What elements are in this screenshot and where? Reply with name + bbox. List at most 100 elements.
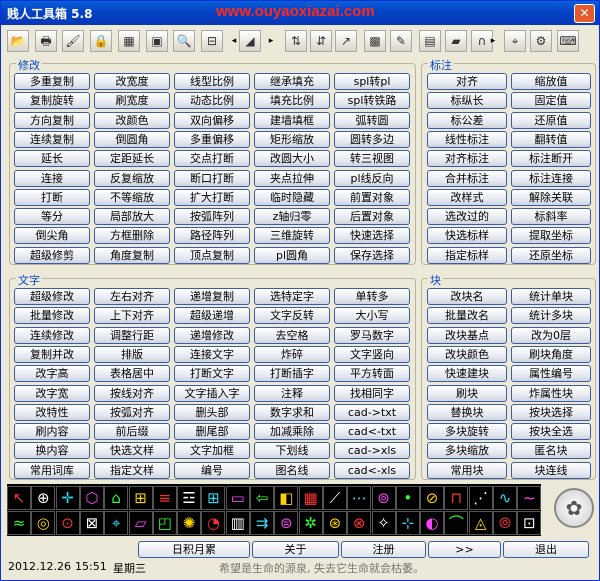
text-button[interactable]: cad->txt <box>334 403 410 421</box>
modify-button[interactable]: 改颜色 <box>94 111 170 129</box>
block-button[interactable]: 刷块 <box>427 384 507 402</box>
modify-button[interactable]: 矩形缩放 <box>254 130 330 148</box>
modify-button[interactable]: 不等缩放 <box>94 188 170 206</box>
annotate-button[interactable]: 提取坐标 <box>511 227 591 245</box>
modify-button[interactable]: 转三视图 <box>334 150 410 168</box>
block-button[interactable]: 多块缩放 <box>427 442 507 460</box>
text-button[interactable]: 炸碎 <box>254 345 330 363</box>
cad-tool-icon[interactable]: ⋯ <box>347 486 372 510</box>
exit-button[interactable]: 退出 <box>503 541 589 558</box>
crosshair-icon[interactable]: ⌖ <box>504 30 526 52</box>
text-button[interactable]: 批量修改 <box>14 307 90 325</box>
modify-button[interactable]: 反复缩放 <box>94 169 170 187</box>
cad-tool-icon[interactable]: ⦾ <box>493 511 517 535</box>
cad-tool-icon[interactable]: ✧ <box>371 511 396 535</box>
split-icon[interactable]: ⇵ <box>310 30 332 52</box>
modify-button[interactable]: 线型比例 <box>174 73 250 90</box>
modify-button[interactable]: 连接 <box>14 169 90 187</box>
cad-tool-icon[interactable]: ⊕ <box>31 486 56 510</box>
block-button[interactable]: 按块选择 <box>511 403 591 421</box>
annotate-button[interactable]: 线性标注 <box>427 130 507 148</box>
cad-tool-icon[interactable]: ◧ <box>274 486 299 510</box>
modify-button[interactable]: 保存选择 <box>334 246 410 264</box>
keyboard-icon[interactable]: ⌨ <box>557 30 579 52</box>
gear-icon[interactable]: ⚙ <box>530 30 552 52</box>
cad-tool-icon[interactable]: ⊙ <box>55 511 80 535</box>
cad-tool-icon[interactable]: ▱ <box>128 511 153 535</box>
calculator-icon[interactable]: ▦ <box>118 30 140 52</box>
block-button[interactable]: 统计单块 <box>511 288 591 305</box>
modify-button[interactable]: 方向复制 <box>14 111 90 129</box>
modify-button[interactable]: 扩大打断 <box>174 188 250 206</box>
lock-icon[interactable]: 🔒 <box>90 30 112 52</box>
text-button[interactable]: 指定文样 <box>94 461 170 479</box>
cad-tool-icon[interactable]: ∿ <box>493 486 517 510</box>
cad-tool-icon[interactable]: ⇦ <box>250 486 274 510</box>
block-button[interactable]: 改块基点 <box>427 326 507 344</box>
cad-tool-icon[interactable]: ☲ <box>177 486 202 510</box>
text-button[interactable]: 改特性 <box>14 403 90 421</box>
arrow-icon[interactable]: ↗ <box>335 30 357 52</box>
modify-button[interactable]: 倒尖角 <box>14 227 90 245</box>
cad-tool-icon[interactable]: ⊹ <box>395 511 420 535</box>
cad-tool-icon[interactable]: ∼ <box>517 486 542 510</box>
annotate-button[interactable]: 标纵长 <box>427 92 507 110</box>
close-button[interactable]: ✕ <box>574 4 595 23</box>
cad-tool-icon[interactable]: ▦ <box>298 486 323 510</box>
text-button[interactable]: 去空格 <box>254 326 330 344</box>
text-button[interactable]: 打断文字 <box>174 365 250 383</box>
printer-icon[interactable]: 🖶 <box>35 30 57 52</box>
flag-icon[interactable]: ◢ <box>239 30 261 52</box>
annotate-button[interactable]: 标注断开 <box>511 150 591 168</box>
modify-button[interactable]: 三维旋转 <box>254 227 330 245</box>
layers-icon[interactable]: ⇅ <box>285 30 307 52</box>
cad-tool-icon[interactable]: ▥ <box>225 511 250 535</box>
text-button[interactable]: 文字竖向 <box>334 345 410 363</box>
next-button[interactable]: >> <box>428 541 501 558</box>
modify-button[interactable]: pl线反向 <box>334 169 410 187</box>
text-button[interactable]: 左右对齐 <box>94 288 170 305</box>
text-button[interactable]: 文字反转 <box>254 307 330 325</box>
modify-button[interactable]: 临时隐藏 <box>254 188 330 206</box>
annotate-button[interactable]: 指定标样 <box>427 246 507 264</box>
text-button[interactable]: 超级递增 <box>174 307 250 325</box>
text-button[interactable]: 按弧对齐 <box>94 403 170 421</box>
modify-button[interactable]: 刷宽度 <box>94 92 170 110</box>
modify-button[interactable]: 断口打断 <box>174 169 250 187</box>
text-button[interactable]: 删尾部 <box>174 423 250 441</box>
text-button[interactable]: cad<-txt <box>334 423 410 441</box>
modify-button[interactable]: z轴归零 <box>254 208 330 226</box>
block-button[interactable]: 属性编号 <box>511 365 591 383</box>
annotate-button[interactable]: 缩放值 <box>511 73 591 90</box>
cad-tool-icon[interactable]: ✲ <box>298 511 323 535</box>
title-bar[interactable]: 贱人工具箱 5.8 www.ouyaoxiazai.com ✕ <box>1 1 599 25</box>
modify-button[interactable]: 超级修剪 <box>14 246 90 264</box>
modify-button[interactable]: 改宽度 <box>94 73 170 90</box>
cad-tool-icon[interactable]: ⊡ <box>517 511 542 535</box>
modify-button[interactable]: 后置对象 <box>334 208 410 226</box>
modify-button[interactable]: 改圆大小 <box>254 150 330 168</box>
modify-button[interactable]: 定距延长 <box>94 150 170 168</box>
text-button[interactable]: cad->xls <box>334 442 410 460</box>
window-icon[interactable]: ▣ <box>146 30 168 52</box>
modify-button[interactable]: spl转铁路 <box>334 92 410 110</box>
modify-button[interactable]: 打断 <box>14 188 90 206</box>
cad-tool-icon[interactable]: ⊜ <box>274 511 299 535</box>
edit-icon[interactable]: ✎ <box>390 30 412 52</box>
block-button[interactable]: 匿名块 <box>511 442 591 460</box>
annotate-button[interactable]: 改样式 <box>427 188 507 206</box>
palette-icon[interactable]: ▩ <box>364 30 386 52</box>
text-button[interactable]: 选特定字 <box>254 288 330 305</box>
cad-tool-icon[interactable]: ⬡ <box>79 486 104 510</box>
modify-button[interactable]: 延长 <box>14 150 90 168</box>
text-button[interactable]: 排版 <box>94 345 170 363</box>
modify-button[interactable]: 圆转多边 <box>334 130 410 148</box>
cad-tool-icon[interactable]: ⊗ <box>347 511 372 535</box>
block-button[interactable]: 改块名 <box>427 288 507 305</box>
cad-tool-icon[interactable]: ⊓ <box>444 486 469 510</box>
cad-tool-icon[interactable]: ↖ <box>7 486 31 510</box>
block-button[interactable]: 改块颜色 <box>427 345 507 363</box>
text-button[interactable]: 连接文字 <box>174 345 250 363</box>
annotate-button[interactable]: 对齐 <box>427 73 507 90</box>
toolbar-scroll-arrow-icon[interactable]: ◂ <box>230 30 238 52</box>
